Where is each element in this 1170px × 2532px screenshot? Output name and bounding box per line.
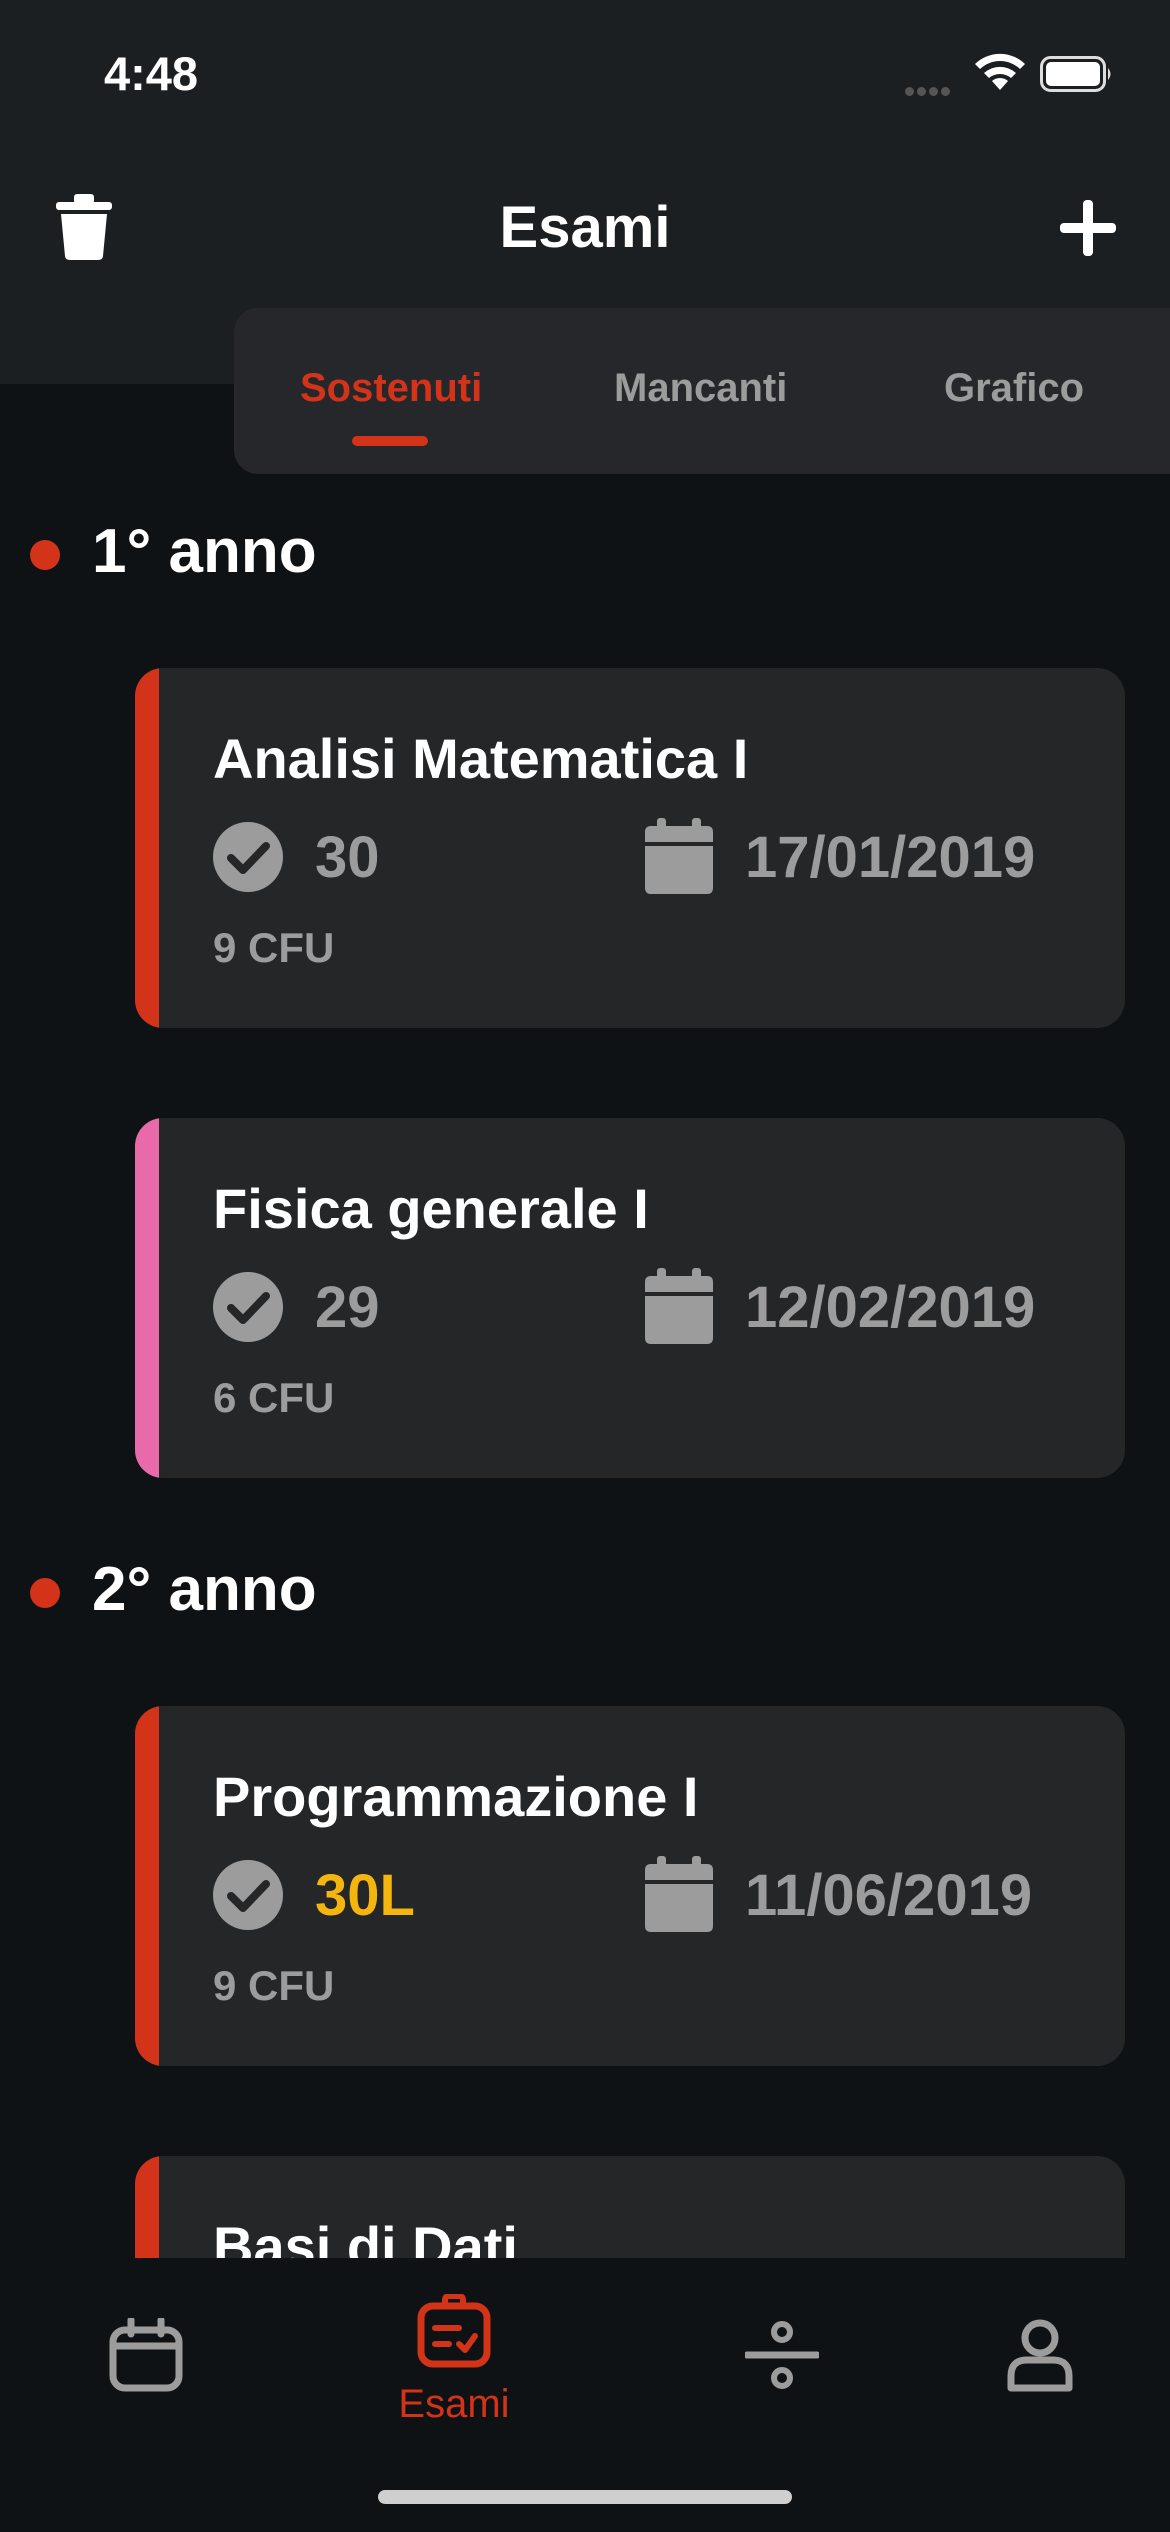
exam-date: 12/02/2019 <box>745 1275 1036 1340</box>
calendar-icon <box>645 1856 713 1932</box>
status-time: 4:48 <box>104 47 199 100</box>
exam-grade: 29 <box>315 1275 380 1340</box>
segment-tabs: Sostenuti Mancanti Grafico <box>234 308 1170 474</box>
exam-date: 17/01/2019 <box>745 825 1036 890</box>
check-circle-icon <box>213 1272 283 1342</box>
exams-icon <box>417 2294 491 2368</box>
calendar-icon <box>645 1268 713 1344</box>
exam-cfu: 6 CFU <box>213 1374 335 1421</box>
cellular-signal-icon <box>905 83 953 101</box>
exam-card[interactable]: Analisi Matematica I 30 17/01/2019 9 CFU <box>135 668 1125 1028</box>
year-label: 1° anno <box>92 517 317 586</box>
profile-icon <box>1007 2319 1073 2392</box>
tab-bar-profile[interactable] <box>894 2258 1170 2458</box>
exam-color-stripe <box>135 1118 159 1478</box>
year-label: 2° anno <box>92 1555 317 1624</box>
year-bullet <box>30 1578 60 1608</box>
calendar-icon <box>109 2318 183 2392</box>
check-circle-icon <box>213 1860 283 1930</box>
exam-card[interactable]: Fisica generale I 29 12/02/2019 6 CFU <box>135 1118 1125 1478</box>
exam-card[interactable]: Programmazione I 30L 11/06/2019 9 CFU <box>135 1706 1125 2066</box>
exam-color-stripe <box>135 668 159 1028</box>
tab-mancanti[interactable]: Mancanti <box>614 366 787 411</box>
tab-bar-exams[interactable]: Esami <box>308 2258 600 2458</box>
battery-icon <box>1040 56 1111 92</box>
year-bullet <box>30 540 60 570</box>
check-circle-icon <box>213 822 283 892</box>
tab-grafico[interactable]: Grafico <box>944 366 1084 411</box>
exam-grade: 30 <box>315 825 380 890</box>
active-tab-indicator <box>352 436 428 446</box>
calendar-icon <box>645 818 713 894</box>
tab-sostenuti[interactable]: Sostenuti <box>300 366 482 411</box>
exam-cfu: 9 CFU <box>213 1962 335 2009</box>
divide-icon <box>745 2321 819 2389</box>
exam-date: 11/06/2019 <box>745 1863 1033 1928</box>
tab-bar-label: Esami <box>398 2382 510 2426</box>
status-bar: 4:48 <box>0 0 1170 150</box>
navigation-bar: Esami <box>0 180 1170 270</box>
exam-title: Analisi Matematica I <box>213 727 749 790</box>
home-indicator <box>378 2490 792 2504</box>
exam-color-stripe <box>135 1706 159 2066</box>
exam-cfu: 9 CFU <box>213 924 335 971</box>
exam-title: Fisica generale I <box>213 1177 649 1240</box>
wifi-icon <box>975 53 1025 90</box>
add-exam-button[interactable] <box>1058 198 1118 258</box>
exam-grade: 30L <box>315 1863 415 1928</box>
exam-title: Programmazione I <box>213 1765 699 1828</box>
page-title: Esami <box>499 195 671 260</box>
tab-bar-calendar[interactable] <box>0 2258 292 2458</box>
tab-bar-average[interactable] <box>636 2258 928 2458</box>
